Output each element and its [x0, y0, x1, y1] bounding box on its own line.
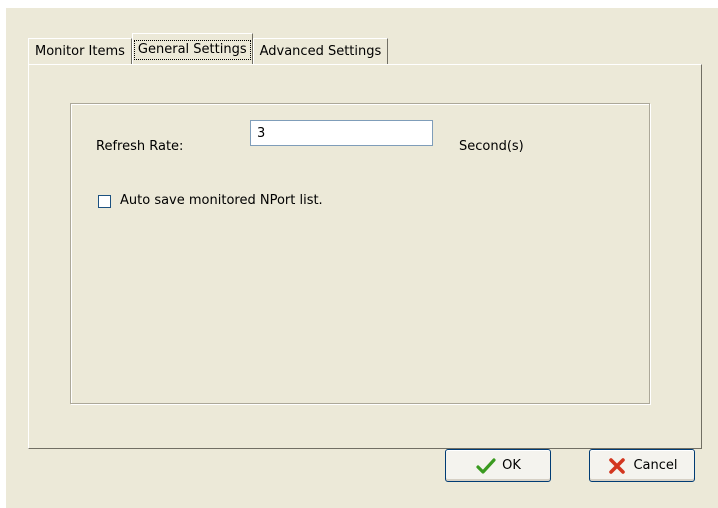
tab-advanced-settings[interactable]: Advanced Settings: [252, 38, 389, 64]
x-icon: [606, 456, 628, 476]
auto-save-checkbox[interactable]: [98, 194, 111, 208]
settings-dialog: Monitor Items General Settings Advanced …: [6, 8, 718, 508]
refresh-rate-input[interactable]: [250, 120, 433, 146]
tab-general-settings[interactable]: General Settings: [131, 33, 253, 64]
tab-monitor-items[interactable]: Monitor Items: [28, 38, 132, 64]
cancel-label: Cancel: [633, 458, 678, 473]
tab-strip: Monitor Items General Settings Advanced …: [28, 32, 389, 64]
auto-save-label[interactable]: Auto save monitored NPort list.: [120, 191, 323, 211]
refresh-rate-unit: Second(s): [459, 139, 524, 154]
tab-label: Advanced Settings: [259, 44, 382, 59]
cancel-button[interactable]: Cancel: [589, 449, 695, 482]
ok-button[interactable]: OK: [445, 449, 551, 482]
auto-save-option[interactable]: Auto save monitored NPort list.: [98, 191, 323, 211]
ok-label: OK: [502, 458, 521, 473]
tab-label: General Settings: [133, 40, 251, 60]
general-settings-panel: Refresh Rate: Second(s) Auto save monito…: [28, 64, 702, 449]
check-icon: [475, 456, 497, 476]
tab-label: Monitor Items: [35, 44, 125, 59]
refresh-rate-label: Refresh Rate:: [96, 139, 184, 154]
